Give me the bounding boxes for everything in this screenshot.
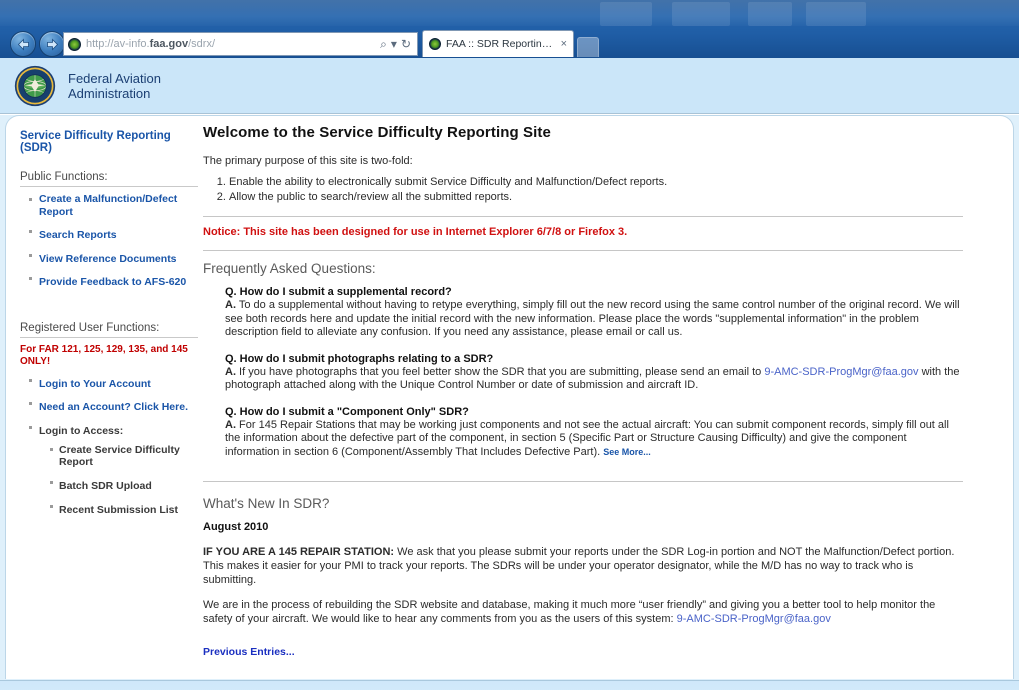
chevron-down-icon[interactable]: ▾ — [391, 38, 397, 50]
whats-new-date: August 2010 — [203, 521, 269, 533]
forward-button[interactable] — [39, 31, 65, 57]
arrow-right-icon — [46, 38, 58, 50]
navigation-buttons — [10, 31, 65, 57]
browser-tab-sdr[interactable]: FAA :: SDR Reporting [Mai... × — [422, 30, 574, 57]
list-item: View Reference Documents — [29, 249, 198, 267]
list-item: Provide Feedback to AFS-620 — [29, 272, 198, 290]
list-item: Allow the public to search/review all th… — [229, 190, 963, 204]
refresh-icon[interactable]: ↻ — [401, 38, 411, 50]
sidebar-login-access-list: Create Service Difficulty Report Batch S… — [39, 444, 198, 519]
sidebar-item-need-account[interactable]: Need an Account? Click Here. — [39, 401, 188, 414]
sidebar-item-batch-sdr-upload[interactable]: Batch SDR Upload — [59, 480, 152, 493]
faq-answer-text: For 145 Repair Stations that may be work… — [225, 418, 949, 458]
sidebar-item-create-sdr[interactable]: Create Service Difficulty Report — [59, 444, 198, 469]
list-item: Batch SDR Upload — [50, 476, 198, 494]
faq-answer-prefix: A. — [225, 418, 236, 431]
page-title: Welcome to the Service Difficulty Report… — [203, 124, 551, 141]
faq-answer: A. To do a supplemental without having t… — [225, 299, 963, 340]
see-more-link[interactable]: See More... — [603, 447, 651, 457]
agency-name-line2: Administration — [68, 85, 151, 101]
list-item: Need an Account? Click Here. — [29, 397, 198, 415]
faq-email-link[interactable]: 9-AMC-SDR-ProgMgr@faa.gov — [764, 366, 918, 378]
faq-item: Q. How do I submit photographs relating … — [225, 353, 963, 393]
previous-entries-link[interactable]: Previous Entries... — [203, 646, 295, 658]
arrow-left-icon — [17, 38, 29, 50]
list-item: Login to Access: Create Service Difficul… — [29, 421, 198, 519]
sidebar-title: Service Difficulty Reporting (SDR) — [20, 130, 171, 154]
sidebar-item-recent-submission-list[interactable]: Recent Submission List — [59, 504, 178, 517]
agency-name-line1: Federal Aviation — [68, 70, 161, 86]
address-bar-url: http://av-info.faa.gov/sdrx/ — [86, 38, 215, 50]
divider — [203, 250, 963, 251]
sidebar-item-create-malfunction-report[interactable]: Create a Malfunction/Defect Report — [39, 193, 198, 218]
site-favicon-icon — [68, 37, 81, 51]
faq-list: Q. How do I submit a supplemental record… — [225, 286, 963, 459]
sidebar-public-list: Create a Malfunction/Defect Report Searc… — [20, 193, 198, 290]
purpose-list: Enable the ability to electronically sub… — [203, 175, 963, 204]
sidebar-item-login-account[interactable]: Login to Your Account — [39, 378, 151, 391]
sidebar-heading-registered: Registered User Functions: — [20, 322, 198, 338]
faq-item: Q. How do I submit a "Component Only" SD… — [225, 406, 963, 460]
page-body: Service Difficulty Reporting (SDR) Publi… — [0, 115, 1019, 680]
list-item: Login to Your Account — [29, 374, 198, 392]
faq-question: Q. How do I submit a "Component Only" SD… — [225, 405, 469, 418]
faq-answer: A. For 145 Repair Stations that may be w… — [225, 419, 963, 460]
url-suffix: /sdrx/ — [188, 38, 216, 50]
whats-new-paragraph-2: We are in the process of rebuilding the … — [203, 598, 963, 626]
faq-heading: Frequently Asked Questions: — [203, 261, 376, 276]
search-icon[interactable]: ⌕ — [380, 38, 387, 50]
tab-title: FAA :: SDR Reporting [Mai... — [446, 38, 554, 50]
faq-answer-text: To do a supplemental without having to r… — [225, 299, 960, 338]
faq-item: Q. How do I submit a supplemental record… — [225, 286, 963, 340]
list-item: Create Service Difficulty Report — [50, 444, 198, 471]
sidebar-item-search-reports[interactable]: Search Reports — [39, 229, 117, 242]
whats-new-paragraph-1: IF YOU ARE A 145 REPAIR STATION: We ask … — [203, 545, 963, 587]
faa-seal-icon — [14, 65, 56, 106]
tab-favicon-icon — [429, 38, 441, 50]
chrome-decoration — [0, 0, 1019, 30]
divider — [203, 216, 963, 217]
whats-new-p1-bold: IF YOU ARE A 145 REPAIR STATION: — [203, 546, 395, 558]
faq-answer: A. If you have photographs that you feel… — [225, 366, 963, 393]
sidebar-item-provide-feedback[interactable]: Provide Feedback to AFS-620 — [39, 276, 186, 289]
whats-new-section: August 2010 IF YOU ARE A 145 REPAIR STAT… — [203, 521, 963, 660]
address-bar[interactable]: http://av-info.faa.gov/sdrx/ ⌕ ▾ ↻ — [63, 32, 418, 56]
browser-notice: Notice: This site has been designed for … — [203, 226, 628, 238]
url-prefix: http://av-info. — [86, 38, 150, 50]
faq-answer-prefix: A. — [225, 365, 236, 378]
whats-new-email-link[interactable]: 9-AMC-SDR-ProgMgr@faa.gov — [677, 613, 831, 625]
back-button[interactable] — [10, 31, 36, 57]
list-item: Enable the ability to electronically sub… — [229, 175, 963, 189]
sidebar-login-access-label: Login to Access: — [39, 424, 124, 437]
faq-question: Q. How do I submit a supplemental record… — [225, 286, 452, 298]
browser-chrome: http://av-info.faa.gov/sdrx/ ⌕ ▾ ↻ FAA :… — [0, 0, 1019, 58]
list-item: Create a Malfunction/Defect Report — [29, 193, 198, 220]
sidebar-item-view-reference-documents[interactable]: View Reference Documents — [39, 253, 177, 266]
page-footer: FAA.gov Home|Privacy Policy|Web Policies… — [0, 680, 1019, 690]
main-content: Welcome to the Service Difficulty Report… — [203, 124, 963, 660]
agency-name: Federal Aviation Administration — [68, 71, 161, 101]
divider — [203, 481, 963, 482]
whats-new-heading: What's New In SDR? — [203, 496, 330, 511]
sidebar-heading-public: Public Functions: — [20, 171, 198, 187]
sidebar-registered-list: Login to Your Account Need an Account? C… — [20, 374, 198, 519]
list-item: Search Reports — [29, 225, 198, 243]
faq-question: Q. How do I submit photographs relating … — [225, 352, 494, 365]
close-icon[interactable]: × — [561, 38, 567, 50]
sidebar-far-warning: For FAR 121, 125, 129, 135, and 145 ONLY… — [20, 343, 188, 368]
faq-answer-prefix: A. — [225, 299, 236, 311]
new-tab-button[interactable] — [577, 37, 599, 57]
page-viewport: Federal Aviation Administration Service … — [0, 58, 1019, 690]
list-item: Recent Submission List — [50, 500, 198, 518]
address-bar-icons: ⌕ ▾ ↻ — [380, 38, 413, 50]
url-domain: faa.gov — [149, 38, 189, 50]
sidebar: Service Difficulty Reporting (SDR) Publi… — [20, 130, 198, 524]
intro-text: The primary purpose of this site is two-… — [203, 155, 413, 167]
faq-answer-text-part1: If you have photographs that you feel be… — [236, 365, 765, 378]
content-card: Service Difficulty Reporting (SDR) Publi… — [5, 115, 1014, 679]
tab-strip: FAA :: SDR Reporting [Mai... × — [422, 30, 599, 57]
faa-header-banner: Federal Aviation Administration — [0, 58, 1019, 114]
previous-entries-wrap: Previous Entries... — [203, 642, 963, 660]
